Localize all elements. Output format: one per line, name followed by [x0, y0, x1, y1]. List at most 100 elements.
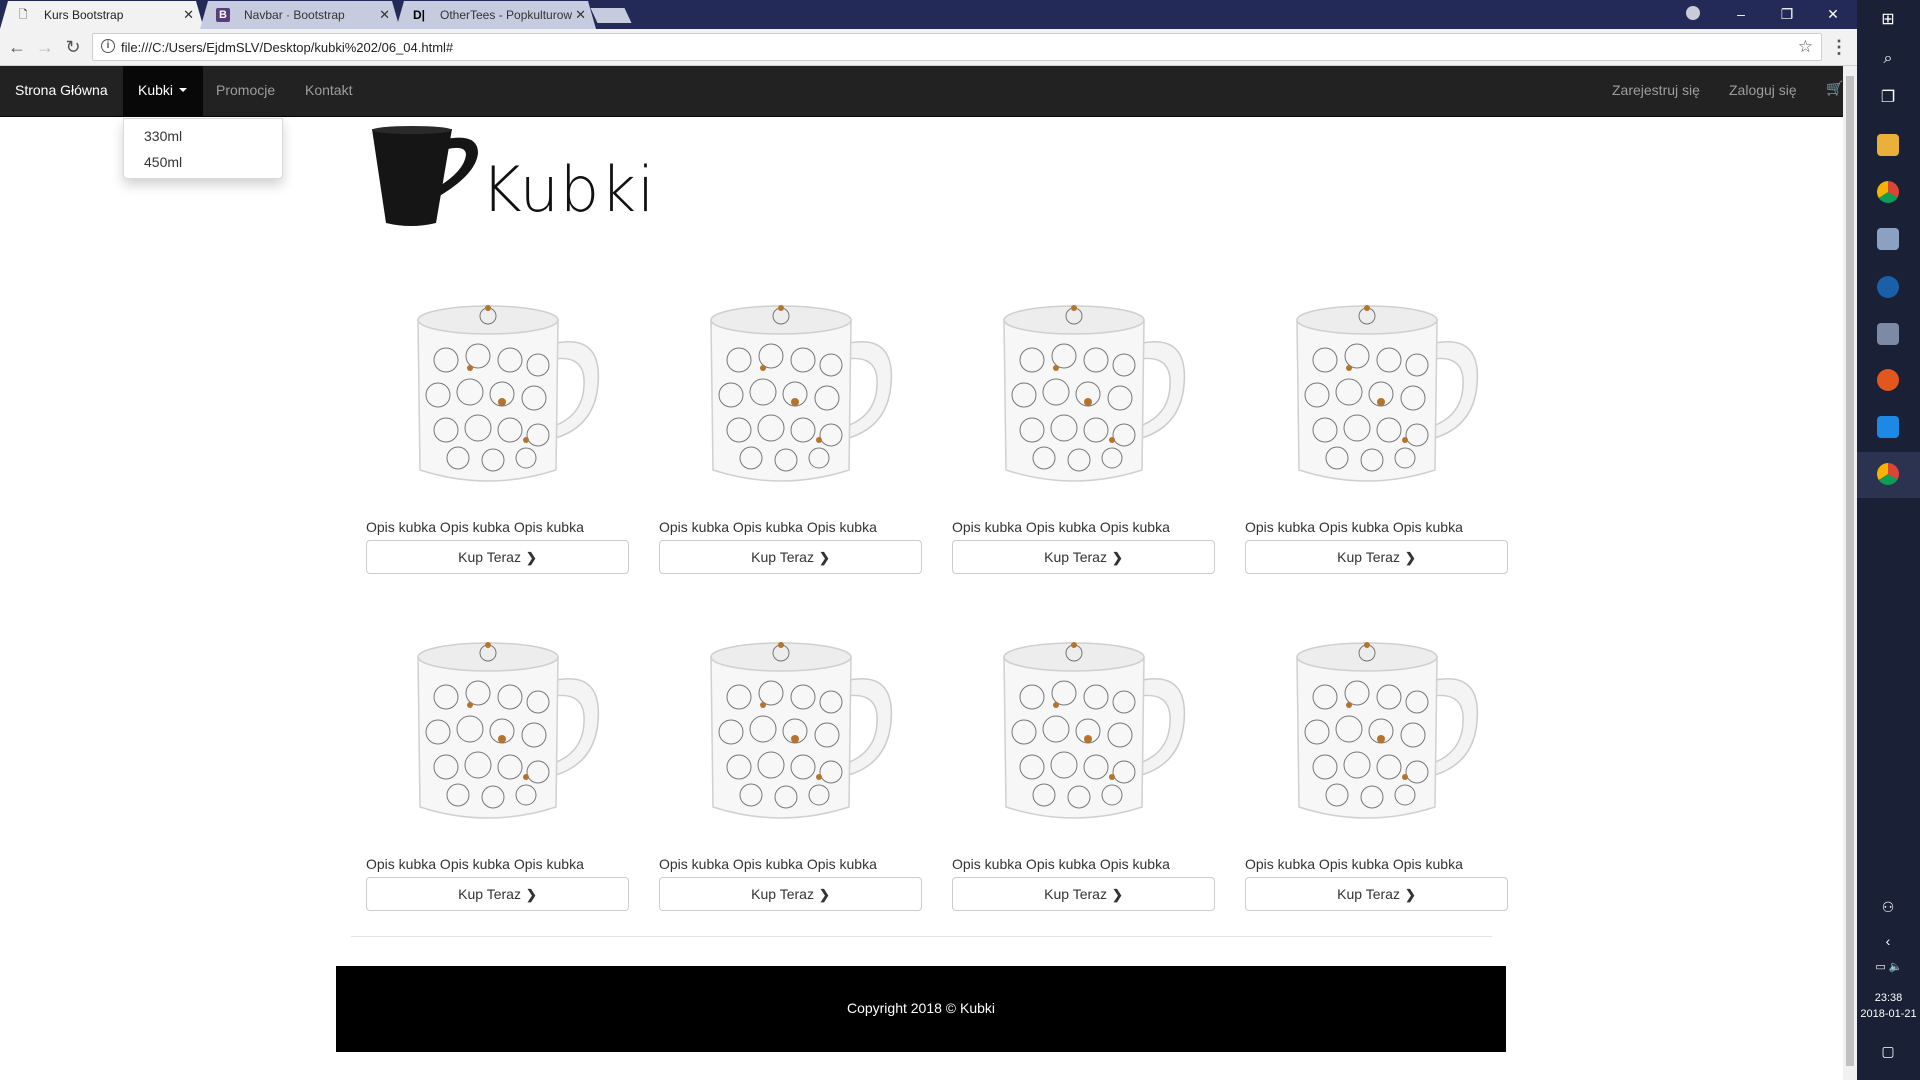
othertees-icon: D|: [412, 8, 426, 22]
url-text: file:///C:/Users/EjdmSLV/Desktop/kubki%2…: [121, 40, 454, 55]
bookmark-star-icon[interactable]: ☆: [1798, 37, 1813, 57]
divider: [351, 936, 1492, 937]
close-tab-icon[interactable]: ✕: [379, 7, 390, 23]
buy-button-label: Kup Teraz: [458, 886, 521, 902]
buy-now-button[interactable]: Kup Teraz ❯: [366, 877, 629, 911]
cart-icon[interactable]: 🛒: [1826, 80, 1843, 97]
screen: 🗋 Kurs Bootstrap ✕ B Navbar · Bootstrap …: [0, 0, 1920, 1080]
buy-now-button[interactable]: Kup Teraz ❯: [366, 540, 629, 574]
browser-toolbar: ← → ↻ i file:///C:/Users/EjdmSLV/Desktop…: [0, 29, 1857, 66]
tab-navbar-bootstrap[interactable]: B Navbar · Bootstrap ✕: [200, 1, 400, 29]
close-tab-icon[interactable]: ✕: [575, 7, 586, 23]
nav-kubki-label: Kubki: [138, 82, 174, 98]
buy-button-label: Kup Teraz: [751, 549, 814, 565]
cat-mug-image: [1296, 642, 1479, 819]
clock-date: 2018-01-21: [1860, 1008, 1917, 1020]
buy-now-button[interactable]: Kup Teraz ❯: [659, 540, 922, 574]
chrome-icon[interactable]: [1877, 181, 1899, 203]
tab-title: Navbar · Bootstrap: [244, 8, 345, 22]
device-icon[interactable]: [1877, 323, 1899, 345]
product-description: Opis kubka Opis kubka Opis kubka: [366, 519, 584, 535]
close-window-button[interactable]: ✕: [1810, 0, 1856, 29]
nav-item-kubki[interactable]: Kubki: [123, 66, 203, 117]
windows-taskbar: ⊞ ⌕ ❐ ⚇ ‹ ▭ 🔈 23:38 2018-01-21 ▢: [1857, 0, 1920, 1080]
chevron-left-icon[interactable]: ‹: [1877, 930, 1899, 952]
chrome-icon[interactable]: [1877, 463, 1899, 485]
site-footer: Copyright 2018 © Kubki: [336, 966, 1506, 1052]
nav-brand[interactable]: Strona Główna: [15, 82, 108, 98]
product-description: Opis kubka Opis kubka Opis kubka: [1245, 519, 1463, 535]
buy-button-label: Kup Teraz: [1337, 549, 1400, 565]
steam-icon[interactable]: [1877, 276, 1899, 298]
buy-button-label: Kup Teraz: [751, 886, 814, 902]
action-center-icon[interactable]: ▢: [1877, 1040, 1899, 1062]
browser-menu-icon[interactable]: ⋮: [1830, 37, 1848, 58]
chevron-right-icon: ❯: [525, 550, 537, 565]
page-icon: 🗋: [18, 9, 28, 21]
product-description: Opis kubka Opis kubka Opis kubka: [366, 856, 584, 872]
cat-mug-image: [710, 305, 893, 482]
buy-now-button[interactable]: Kup Teraz ❯: [659, 877, 922, 911]
task-view-icon[interactable]: ❐: [1877, 87, 1899, 109]
tab-othertees[interactable]: D| OtherTees - Popkulturow ✕: [396, 1, 596, 29]
product-card: Opis kubka Opis kubka Opis kubka Kup Tera…: [1245, 290, 1508, 595]
product-card: Opis kubka Opis kubka Opis kubka Kup Tera…: [366, 290, 629, 595]
chevron-right-icon: ❯: [818, 887, 830, 902]
windows-start-icon[interactable]: ⊞: [1877, 9, 1899, 31]
product-card: Opis kubka Opis kubka Opis kubka Kup Tera…: [1245, 627, 1508, 932]
scrollbar-thumb[interactable]: [1846, 76, 1854, 1066]
nav-item-promocje[interactable]: Promocje: [216, 82, 275, 98]
chevron-right-icon: ❯: [1404, 887, 1416, 902]
info-icon[interactable]: i: [101, 39, 115, 53]
cat-mug-image: [417, 642, 600, 819]
tab-title: OtherTees - Popkulturow: [440, 8, 572, 22]
dropdown-item-450ml[interactable]: 450ml: [144, 154, 182, 170]
taskbar-clock[interactable]: 23:38 2018-01-21: [1857, 990, 1920, 1022]
product-description: Opis kubka Opis kubka Opis kubka: [659, 856, 877, 872]
address-bar[interactable]: i file:///C:/Users/EjdmSLV/Desktop/kubki…: [92, 33, 1822, 61]
cat-mug-image: [710, 642, 893, 819]
product-description: Opis kubka Opis kubka Opis kubka: [659, 519, 877, 535]
minimize-button[interactable]: –: [1718, 0, 1764, 29]
page-scrollbar[interactable]: [1843, 66, 1857, 1080]
close-tab-icon[interactable]: ✕: [183, 7, 194, 23]
network-volume-icons[interactable]: ▭ 🔈: [1867, 956, 1911, 978]
nav-login[interactable]: Zaloguj się: [1729, 82, 1797, 98]
black-mug-logo: [372, 126, 478, 226]
tab-kurs-bootstrap[interactable]: 🗋 Kurs Bootstrap ✕: [0, 1, 204, 29]
origin-icon[interactable]: [1877, 369, 1899, 391]
search-icon[interactable]: ⌕: [1877, 48, 1899, 70]
chevron-right-icon: ❯: [525, 887, 537, 902]
dropdown-item-330ml[interactable]: 330ml: [144, 128, 182, 144]
nav-register[interactable]: Zarejestruj się: [1612, 82, 1700, 98]
photos-icon[interactable]: [1877, 228, 1899, 250]
chevron-right-icon: ❯: [1111, 887, 1123, 902]
tab-strip: 🗋 Kurs Bootstrap ✕ B Navbar · Bootstrap …: [0, 0, 1857, 29]
file-explorer-icon[interactable]: [1877, 134, 1899, 156]
page-viewport: Strona Główna Kubki Promocje Kontakt Zar…: [0, 66, 1843, 1080]
buy-now-button[interactable]: Kup Teraz ❯: [952, 877, 1215, 911]
product-card: Opis kubka Opis kubka Opis kubka Kup Tera…: [366, 627, 629, 932]
page-title: Kubki: [481, 153, 656, 226]
back-icon[interactable]: ←: [6, 36, 28, 58]
reload-icon[interactable]: ↻: [62, 36, 84, 58]
nav-item-kontakt[interactable]: Kontakt: [305, 82, 352, 98]
restore-button[interactable]: ❐: [1764, 0, 1810, 29]
chevron-right-icon: ❯: [1404, 550, 1416, 565]
buy-now-button[interactable]: Kup Teraz ❯: [1245, 540, 1508, 574]
clock-time: 23:38: [1874, 992, 1903, 1004]
site-navbar: Strona Główna Kubki Promocje Kontakt Zar…: [0, 66, 1843, 117]
profile-icon[interactable]: [1686, 6, 1700, 20]
product-description: Opis kubka Opis kubka Opis kubka: [952, 519, 1170, 535]
copyright-text: Copyright 2018 © Kubki: [846, 1000, 996, 1016]
buy-now-button[interactable]: Kup Teraz ❯: [1245, 877, 1508, 911]
buy-button-label: Kup Teraz: [458, 549, 521, 565]
buy-now-button[interactable]: Kup Teraz ❯: [952, 540, 1215, 574]
chevron-right-icon: ❯: [1111, 550, 1123, 565]
new-tab-button[interactable]: [590, 8, 632, 23]
store-icon[interactable]: [1877, 416, 1899, 438]
people-icon[interactable]: ⚇: [1877, 896, 1899, 918]
chevron-right-icon: ❯: [818, 550, 830, 565]
forward-icon[interactable]: →: [34, 36, 56, 58]
product-card: Opis kubka Opis kubka Opis kubka Kup Tera…: [659, 627, 922, 932]
